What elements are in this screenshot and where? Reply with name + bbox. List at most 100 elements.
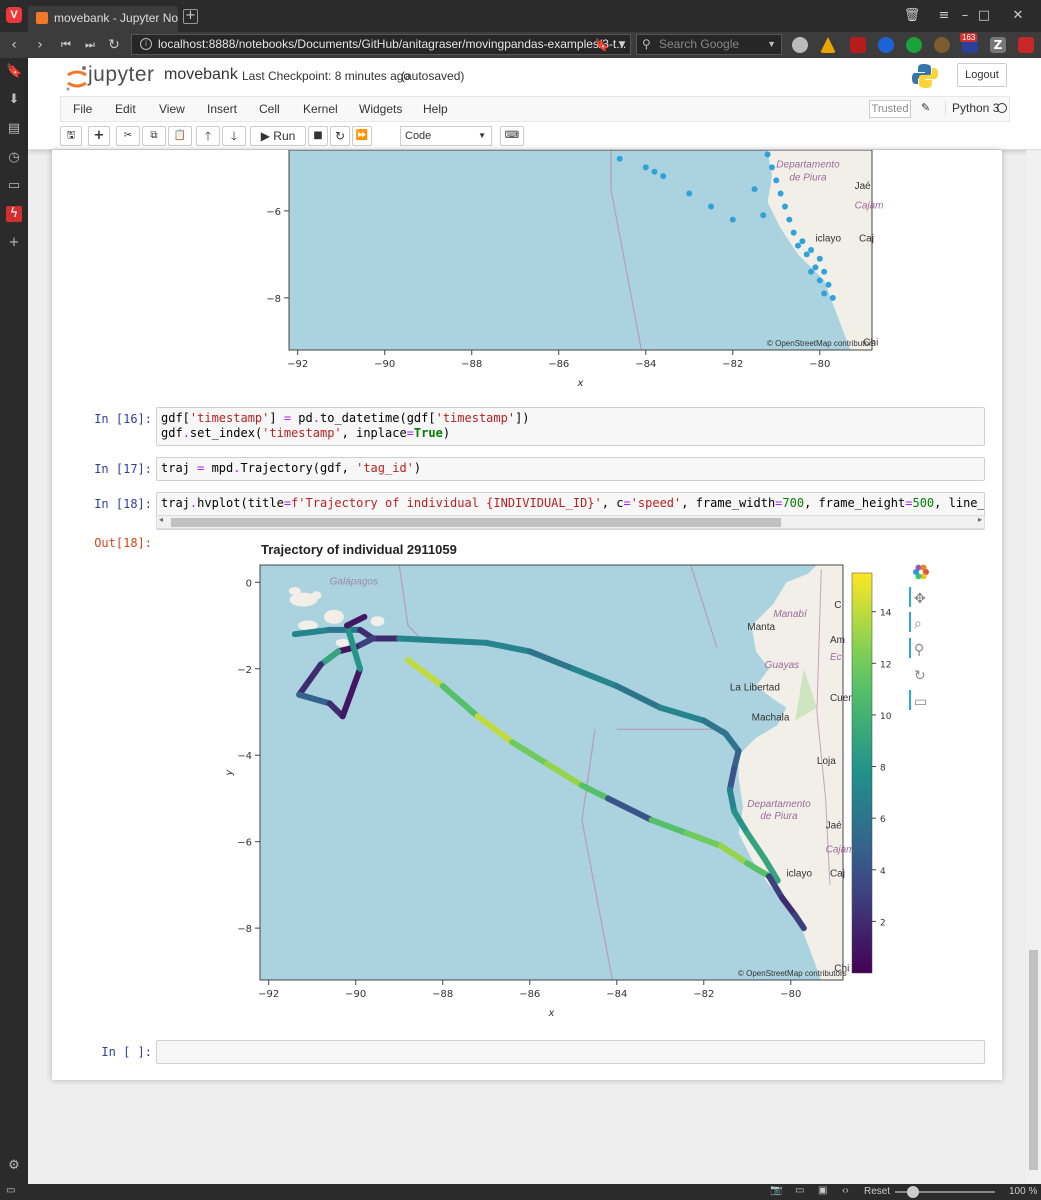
- page-scrollbar[interactable]: [1026, 150, 1041, 1184]
- insert-cell-icon[interactable]: +: [88, 126, 110, 146]
- place-label: Jaé: [826, 821, 843, 832]
- track-north-segment: [726, 765, 738, 793]
- previous-output-map[interactable]: Departamentode PiuraJaéCajamiclayo CajChi…: [232, 150, 932, 390]
- search-dropdown-icon[interactable]: ▼: [767, 35, 776, 54]
- x-tick-label: −84: [635, 359, 656, 370]
- pencil-icon[interactable]: ✎: [921, 101, 930, 114]
- restart-run-all-icon[interactable]: ⏩: [352, 126, 372, 146]
- menu-kernel[interactable]: Kernel: [303, 102, 338, 116]
- zoom-slider-handle[interactable]: [907, 1186, 919, 1198]
- kernel-name[interactable]: Python 3: [945, 101, 999, 115]
- track-north-segment: [726, 786, 738, 815]
- observation-point: [790, 229, 797, 236]
- place-label: Galápagos: [330, 576, 378, 587]
- run-button[interactable]: ▶ Run: [250, 126, 306, 146]
- plot-title: Trajectory of individual 2911059: [261, 542, 457, 557]
- url-input[interactable]: i localhost:8888/notebooks/Documents/Git…: [131, 34, 631, 55]
- notes-panel-icon[interactable]: ▤: [6, 121, 22, 137]
- paste-icon[interactable]: 📋: [168, 126, 192, 146]
- extension-red-icon[interactable]: [1018, 37, 1034, 53]
- history-panel-icon[interactable]: ◷: [6, 150, 22, 166]
- menu-widgets[interactable]: Widgets: [359, 102, 402, 116]
- notebook-name[interactable]: movebank: [164, 66, 238, 84]
- vivaldi-logo-icon[interactable]: V: [6, 7, 22, 23]
- back-icon[interactable]: ‹: [4, 35, 24, 55]
- menu-help[interactable]: Help: [423, 102, 448, 116]
- trajectory-plot[interactable]: Trajectory of individual 2911059 Galápago…: [212, 540, 952, 1030]
- reset-zoom-button[interactable]: Reset: [864, 1186, 890, 1197]
- browser-tab[interactable]: movebank - Jupyter Noteb: [28, 6, 178, 32]
- search-icon: ⚲: [642, 37, 651, 51]
- extension-blue-icon[interactable]: [878, 37, 894, 53]
- bookmark-icon[interactable]: 🔖: [592, 35, 612, 55]
- keyboard-icon[interactable]: ⌨: [500, 126, 524, 146]
- profile-icon[interactable]: [792, 37, 808, 53]
- image-icon[interactable]: ▣: [818, 1185, 827, 1196]
- rewind-icon[interactable]: ⏮: [56, 35, 76, 55]
- move-up-icon[interactable]: 🡑: [196, 126, 220, 146]
- y-tick-label: −8: [266, 294, 281, 305]
- copy-icon[interactable]: ⧉: [142, 126, 166, 146]
- code-cell-16[interactable]: gdf['timestamp'] = pd.to_datetime(gdf['t…: [156, 407, 985, 446]
- hover-tool-icon[interactable]: ▭: [914, 694, 927, 710]
- menu-edit[interactable]: Edit: [115, 102, 136, 116]
- menu-insert[interactable]: Insert: [207, 102, 237, 116]
- vivaldi-panel-icon[interactable]: ϟ: [6, 206, 22, 222]
- close-window-button[interactable]: ✕: [1008, 6, 1028, 26]
- info-icon[interactable]: i: [140, 38, 152, 50]
- downloads-panel-icon[interactable]: ⬇: [6, 92, 22, 108]
- y-tick-label: 0: [246, 578, 252, 589]
- panel-toggle-icon[interactable]: ▭: [6, 1185, 15, 1196]
- search-input[interactable]: ⚲ Search Google ▼: [636, 34, 782, 55]
- settings-gear-icon[interactable]: ⚙: [6, 1158, 22, 1174]
- x-tick-label: −86: [548, 359, 569, 370]
- tiling-icon[interactable]: ▭: [795, 1185, 804, 1196]
- scroll-right-icon[interactable]: ▸: [978, 515, 982, 524]
- extension-brown-icon[interactable]: [934, 37, 950, 53]
- code-horizontal-scrollbar[interactable]: ◂ ▸: [156, 515, 985, 529]
- trusted-indicator[interactable]: Trusted: [869, 100, 911, 118]
- camera-icon[interactable]: 📷: [770, 1185, 782, 1196]
- minimize-button[interactable]: –: [955, 6, 975, 26]
- menu-file[interactable]: File: [73, 102, 92, 116]
- cell-type-select[interactable]: Code ▼: [400, 126, 492, 146]
- window-panel-icon[interactable]: ▭: [6, 178, 22, 194]
- code-cell-17[interactable]: traj = mpd.Trajectory(gdf, 'tag_id'): [156, 457, 985, 481]
- empty-code-cell[interactable]: [156, 1040, 985, 1064]
- page-scrollbar-thumb[interactable]: [1029, 950, 1038, 1170]
- ublock-icon[interactable]: [850, 37, 866, 53]
- extension-z-icon[interactable]: Z: [990, 37, 1006, 53]
- restart-icon[interactable]: ↻: [330, 126, 350, 146]
- box-zoom-tool-icon[interactable]: ⌕: [914, 616, 922, 632]
- menu-icon[interactable]: ≡: [934, 6, 954, 26]
- stop-icon[interactable]: ■: [308, 126, 328, 146]
- extension-badge-count: 163: [960, 33, 978, 42]
- maximize-button[interactable]: □: [974, 6, 994, 26]
- observation-point: [768, 164, 775, 171]
- scroll-left-icon[interactable]: ◂: [159, 515, 163, 524]
- forward-icon[interactable]: ›: [30, 35, 50, 55]
- save-icon[interactable]: 🖫: [60, 126, 82, 146]
- bookmarks-panel-icon[interactable]: 🔖: [6, 64, 22, 80]
- reset-tool-icon[interactable]: ↻: [914, 668, 926, 684]
- new-tab-button[interactable]: +: [183, 9, 198, 24]
- code-icon[interactable]: ‹›: [842, 1185, 849, 1196]
- fast-forward-icon[interactable]: ⏭: [80, 35, 100, 55]
- y-tick-label: −6: [266, 207, 281, 218]
- pan-tool-icon[interactable]: ✥: [914, 591, 926, 607]
- warning-extension-icon[interactable]: [820, 37, 836, 53]
- scrollbar-thumb[interactable]: [171, 518, 781, 527]
- add-panel-icon[interactable]: +: [6, 235, 22, 251]
- reload-icon[interactable]: ↻: [104, 35, 124, 55]
- extension-badge-icon[interactable]: 163: [960, 33, 978, 53]
- logout-button[interactable]: Logout: [957, 63, 1007, 87]
- menu-cell[interactable]: Cell: [259, 102, 280, 116]
- menu-view[interactable]: View: [159, 102, 185, 116]
- cut-icon[interactable]: ✂: [116, 126, 140, 146]
- wheel-zoom-tool-icon[interactable]: ⚲: [914, 642, 924, 658]
- trash-icon[interactable]: 🗑: [902, 6, 922, 26]
- move-down-icon[interactable]: 🡓: [222, 126, 246, 146]
- extension-green-icon[interactable]: [906, 37, 922, 53]
- dropdown-icon[interactable]: ▼: [612, 35, 632, 55]
- prompt-in-18: In [18]:: [94, 497, 152, 511]
